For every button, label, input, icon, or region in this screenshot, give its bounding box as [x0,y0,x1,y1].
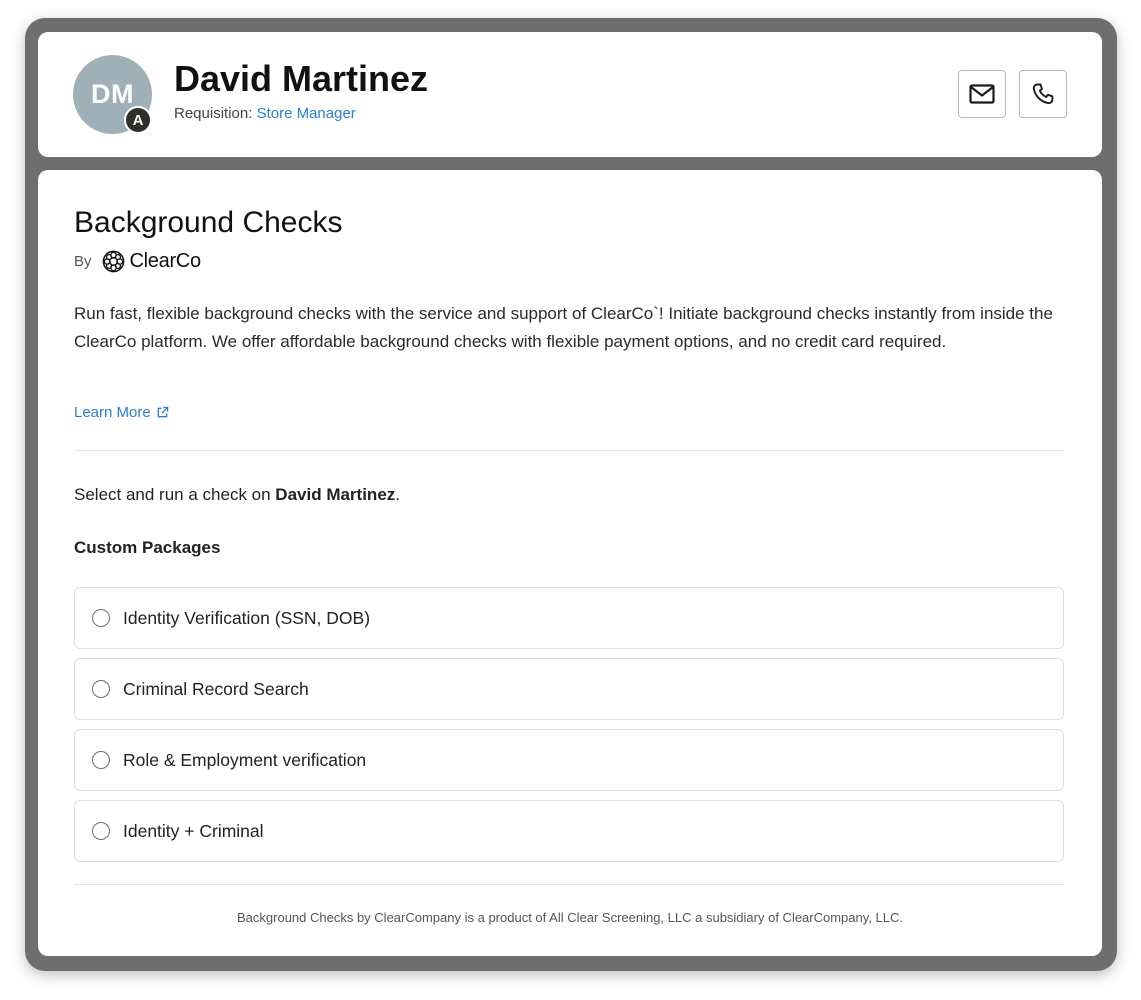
divider [74,450,1064,451]
package-option[interactable]: Identity + Criminal [74,800,1064,862]
radio-button[interactable] [92,680,110,698]
requisition-label: Requisition: [174,105,253,122]
section-title: Background Checks [74,206,343,239]
description: Run fast, flexible background checks wit… [74,304,1053,351]
learn-more-label: Learn More [74,404,151,421]
envelope-icon [969,84,995,104]
custom-packages-heading: Custom Packages [74,538,221,557]
radio-button[interactable] [92,822,110,840]
select-instruction: Select and run a check on David Martinez… [74,485,400,505]
footer-disclaimer: Background Checks by ClearCompany is a p… [237,910,903,925]
call-button[interactable] [1019,70,1067,118]
candidate-header: DM A David Martinez Requisition: Store M… [38,32,1102,157]
package-option[interactable]: Identity Verification (SSN, DOB) [74,587,1064,649]
candidate-name: David Martinez [174,58,429,99]
package-label: Role & Employment verification [123,749,367,770]
brand-name: ClearCo [129,250,202,272]
requisition-link[interactable]: Store Manager [257,105,356,122]
package-options: Identity Verification (SSN, DOB) Crimina… [74,587,1064,871]
phone-icon [1032,83,1054,105]
avatar-badge-label: A [132,111,144,129]
footer-divider [74,884,1064,885]
package-label: Identity + Criminal [123,820,264,841]
package-option[interactable]: Criminal Record Search [74,658,1064,720]
provider-row: By ClearCo [74,250,201,273]
avatar-initials: DM [91,79,134,109]
radio-button[interactable] [92,751,110,769]
package-label: Identity Verification (SSN, DOB) [123,607,371,628]
select-candidate-name: David Martinez [275,485,396,504]
app-frame: DM A David Martinez Requisition: Store M… [25,18,1117,971]
select-prefix: Select and run a check on [74,485,276,504]
external-link-icon [157,406,168,418]
clearco-logo-icon [102,250,124,273]
select-suffix: . [395,485,401,504]
learn-more-link[interactable]: Learn More [74,404,169,421]
brand-logo: ClearCo [102,250,201,273]
requisition: Requisition: Store Manager [174,105,356,122]
by-label: By [74,253,92,270]
package-option[interactable]: Role & Employment verification [74,729,1064,791]
avatar-status-badge: A [124,106,152,134]
email-button[interactable] [958,70,1006,118]
package-label: Criminal Record Search [123,678,309,699]
radio-button[interactable] [92,609,110,627]
background-checks-panel: Background Checks By ClearCo Run fast, f… [38,170,1102,956]
